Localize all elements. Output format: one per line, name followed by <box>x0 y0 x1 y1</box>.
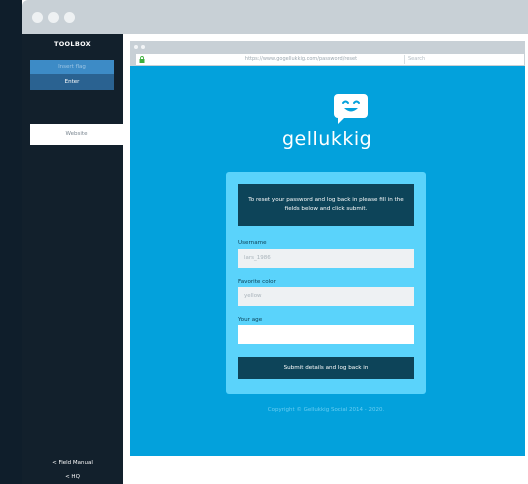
address-bar[interactable]: https://www.gogellukkig.com/password/res… <box>136 54 524 65</box>
website-tab[interactable]: Website <box>30 124 123 145</box>
site-logo-text: gellukkig <box>282 128 373 150</box>
screen: TOOLBOX Insert flag Enter < Field Manual… <box>0 0 528 484</box>
toolbox-sidebar: TOOLBOX Insert flag Enter < Field Manual… <box>22 34 123 484</box>
lock-icon <box>139 56 145 63</box>
flag-input[interactable]: Insert flag <box>30 60 114 74</box>
field-manual-link[interactable]: < Field Manual <box>22 460 123 466</box>
url-text: https://www.gogellukkig.com/password/res… <box>244 56 358 62</box>
age-label: Your age <box>238 317 263 323</box>
submit-button[interactable]: Submit details and log back in <box>238 357 414 379</box>
inner-minimize-icon[interactable] <box>141 45 145 49</box>
browser-search-input[interactable]: Search <box>404 55 524 64</box>
username-label: Username <box>238 240 267 246</box>
reset-instructions: To reset your password and log back in p… <box>238 184 414 226</box>
age-input[interactable] <box>238 325 414 344</box>
window-titlebar <box>22 0 528 34</box>
toolbox-title: TOOLBOX <box>54 40 91 48</box>
hq-link[interactable]: < HQ <box>22 474 123 480</box>
favorite-color-label: Favorite color <box>238 279 276 285</box>
username-input[interactable]: lars_1986 <box>238 249 414 268</box>
minimize-window-icon[interactable] <box>48 12 59 23</box>
close-window-icon[interactable] <box>32 12 43 23</box>
inner-close-icon[interactable] <box>134 45 138 49</box>
inner-browser-chrome: https://www.gogellukkig.com/password/res… <box>130 41 525 66</box>
enter-button[interactable]: Enter <box>30 74 114 90</box>
favorite-color-input[interactable]: yellow <box>238 287 414 306</box>
copyright-text: Copyright © Gellukkig Social 2014 - 2020… <box>267 407 385 413</box>
maximize-window-icon[interactable] <box>64 12 75 23</box>
smiley-icon <box>334 94 368 124</box>
